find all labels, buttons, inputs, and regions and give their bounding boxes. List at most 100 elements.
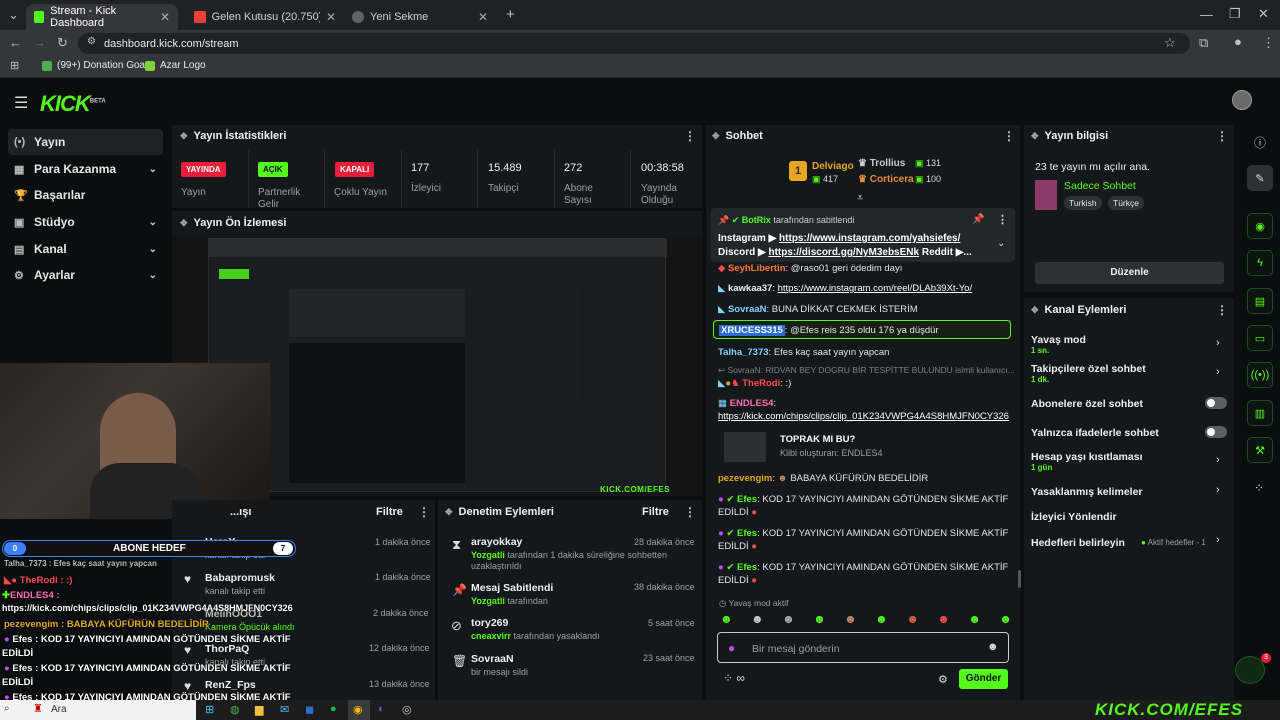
outlook-icon[interactable]: ◼ [305,703,314,716]
chat-tools-icon[interactable]: ⁘ ∞ [723,671,745,685]
emote-icon[interactable]: ☻ [844,612,857,630]
chat-username[interactable]: Efes [737,562,757,573]
bookmark-donation-goal[interactable]: (99+) Donation Goa... [42,60,153,71]
emote-icon[interactable]: ☻ [813,612,826,630]
explorer-icon[interactable]: ▆ [255,703,263,716]
leader-name[interactable]: Trollius [870,158,906,169]
subscribers-only-toggle[interactable] [1205,397,1227,409]
leader-name[interactable]: Corticera [870,174,914,185]
edit-stream-info-button[interactable]: Düzenle [1035,262,1224,284]
camera-icon[interactable]: ◉ [1247,213,1273,239]
bookmark-star-icon[interactable]: ☆ [1164,35,1176,51]
sidebar-item-yayin[interactable]: (•) Yayın [8,129,163,155]
chevron-right-icon[interactable]: › [1216,454,1220,466]
chat-username[interactable]: SeyhLibertin [728,263,786,274]
chat-username[interactable]: SovraaN [728,304,767,315]
activity-user[interactable]: RenZ_Fps [205,679,256,691]
close-icon[interactable]: ✕ [160,10,170,24]
apps-icon[interactable]: ⁘ [1254,481,1264,495]
wrench-icon[interactable]: ⚒ [1247,437,1273,463]
edge-icon[interactable]: ◍ [230,703,240,716]
clip-card[interactable]: TOPRAK MI BU? Klibi oluşturan: ENDLES4 [718,430,1010,466]
moderation-menu-icon[interactable]: ⋮ [684,505,696,519]
moderator-name[interactable]: Yozgatli [471,596,505,606]
sidebar-item-ayarlar[interactable]: ⚙ Ayarlar ⌄ [8,262,163,288]
minimize-icon[interactable]: — [1200,7,1213,22]
spotify-icon[interactable]: ● [330,703,337,715]
chat-username[interactable]: Efes [737,494,757,505]
channel-actions-menu-icon[interactable]: ⋮ [1216,303,1228,317]
unpin-icon[interactable]: 📌 [972,214,984,225]
chevron-right-icon[interactable]: › [1216,484,1220,496]
emote-icon[interactable]: ☻ [906,612,919,630]
windows-start-icon[interactable]: ⊞ [205,703,214,716]
chevron-down-icon[interactable]: ⌄ [997,238,1005,249]
url-input[interactable]: ⚙ dashboard.kick.com/stream ☆ [78,33,1190,54]
chevron-right-icon[interactable]: › [1216,534,1220,546]
filter-button[interactable]: Filtre [376,506,403,518]
document-icon[interactable]: ▤ [1247,288,1273,314]
forward-icon[interactable]: → [33,35,46,50]
emote-icon[interactable]: ☻ [937,612,950,630]
discord-link[interactable]: https://discord.gg/NyM3ebsENk [768,247,919,258]
extensions-icon[interactable]: ⧉ [1199,35,1208,51]
tab-new[interactable]: Yeni Sekme ✕ [344,4,496,30]
filter-button[interactable]: Filtre [642,506,669,518]
pinned-by[interactable]: BotRix [742,215,771,225]
lightning-icon[interactable]: ϟ [1247,250,1273,276]
chat-username[interactable]: ENDLES4 [730,398,774,409]
chat-scrollbar[interactable] [1018,570,1021,588]
emote-icon[interactable]: ☻ [751,612,764,630]
info-icon[interactable]: ⓘ [1254,134,1266,151]
sidebar-item-basarilar[interactable]: 🏆 Başarılar [8,182,163,208]
leader-name[interactable]: Delviago [812,161,854,172]
instagram-link[interactable]: https://www.instagram.com/yahsiefes/ [779,233,960,244]
chrome-icon[interactable]: ◉ [353,703,363,716]
apps-grid-icon[interactable]: ⊞ [10,59,19,72]
support-bubble-icon[interactable]: 3 [1235,653,1271,684]
moderation-user[interactable]: tory269 [471,617,508,629]
hamburger-menu-icon[interactable]: ☰ [14,93,28,113]
chevron-right-icon[interactable]: › [1216,366,1220,378]
emote-icon[interactable]: ☻ [999,612,1012,630]
activity-user[interactable]: Babapromusk [205,572,275,584]
emoji-picker-icon[interactable]: ☻ [987,641,999,653]
chat-username[interactable]: XRUCESS315 [719,325,785,336]
chat-input-box[interactable]: ● Bir mesaj gönderin ☻ [717,632,1009,663]
emote-icon[interactable]: ☻ [782,612,795,630]
mail-icon[interactable]: ✉ [280,703,289,716]
obs-icon[interactable]: ◎ [402,703,412,716]
window-close-icon[interactable]: ✕ [1258,6,1269,22]
emote-icon[interactable]: ☻ [720,612,733,630]
taskbar-search[interactable]: ⌕ ♜ Ara [0,700,196,720]
reload-icon[interactable]: ↻ [57,35,68,51]
chat-settings-gear-icon[interactable]: ⚙ [938,673,948,686]
chat-username[interactable]: kawkaa37 [728,283,772,294]
tab-kick-dashboard[interactable]: Stream - Kick Dashboard ✕ [26,4,178,30]
chat-username[interactable]: Talha_7373 [718,347,769,358]
moderation-user[interactable]: SovraaN [471,653,514,665]
chat-username[interactable]: TheRodi [742,378,780,389]
sidebar-item-para-kazanma[interactable]: ▦ Para Kazanma ⌄ [8,156,163,182]
category-link[interactable]: Sadece Sohbet [1064,180,1136,192]
moderator-name[interactable]: cneaxvirr [471,631,511,641]
moderation-user[interactable]: arayokkay [471,536,522,548]
stats-menu-icon[interactable]: ⋮ [684,129,696,143]
layout-icon[interactable]: ▥ [1247,400,1273,426]
emote-icon[interactable]: ☻ [875,612,888,630]
chat-username[interactable]: pezevengim [718,473,772,484]
close-icon[interactable]: ✕ [326,10,336,24]
discord-icon[interactable]: ◐ [378,703,385,715]
sidebar-item-studyo[interactable]: ▣ Stüdyo ⌄ [8,209,163,235]
user-avatar[interactable] [1232,90,1252,110]
chat-username[interactable]: Efes [737,528,757,539]
emote-icon[interactable]: ☻ [968,612,981,630]
pinned-menu-icon[interactable]: ⋮ [997,213,1008,226]
chat-link[interactable]: https://www.instagram.com/reel/DLAb39Xt-… [778,283,973,294]
tab-search-icon[interactable]: ⌄ [8,7,19,23]
chat-menu-icon[interactable]: ⋮ [1003,129,1015,143]
tab-gmail[interactable]: Gelen Kutusu (20.750) - senefe ✕ [186,4,344,30]
moderator-name[interactable]: Yozgatli [471,550,505,560]
sidebar-item-kanal[interactable]: ▤ Kanal ⌄ [8,236,163,262]
edit-pencil-icon[interactable]: ✎ [1247,165,1273,191]
